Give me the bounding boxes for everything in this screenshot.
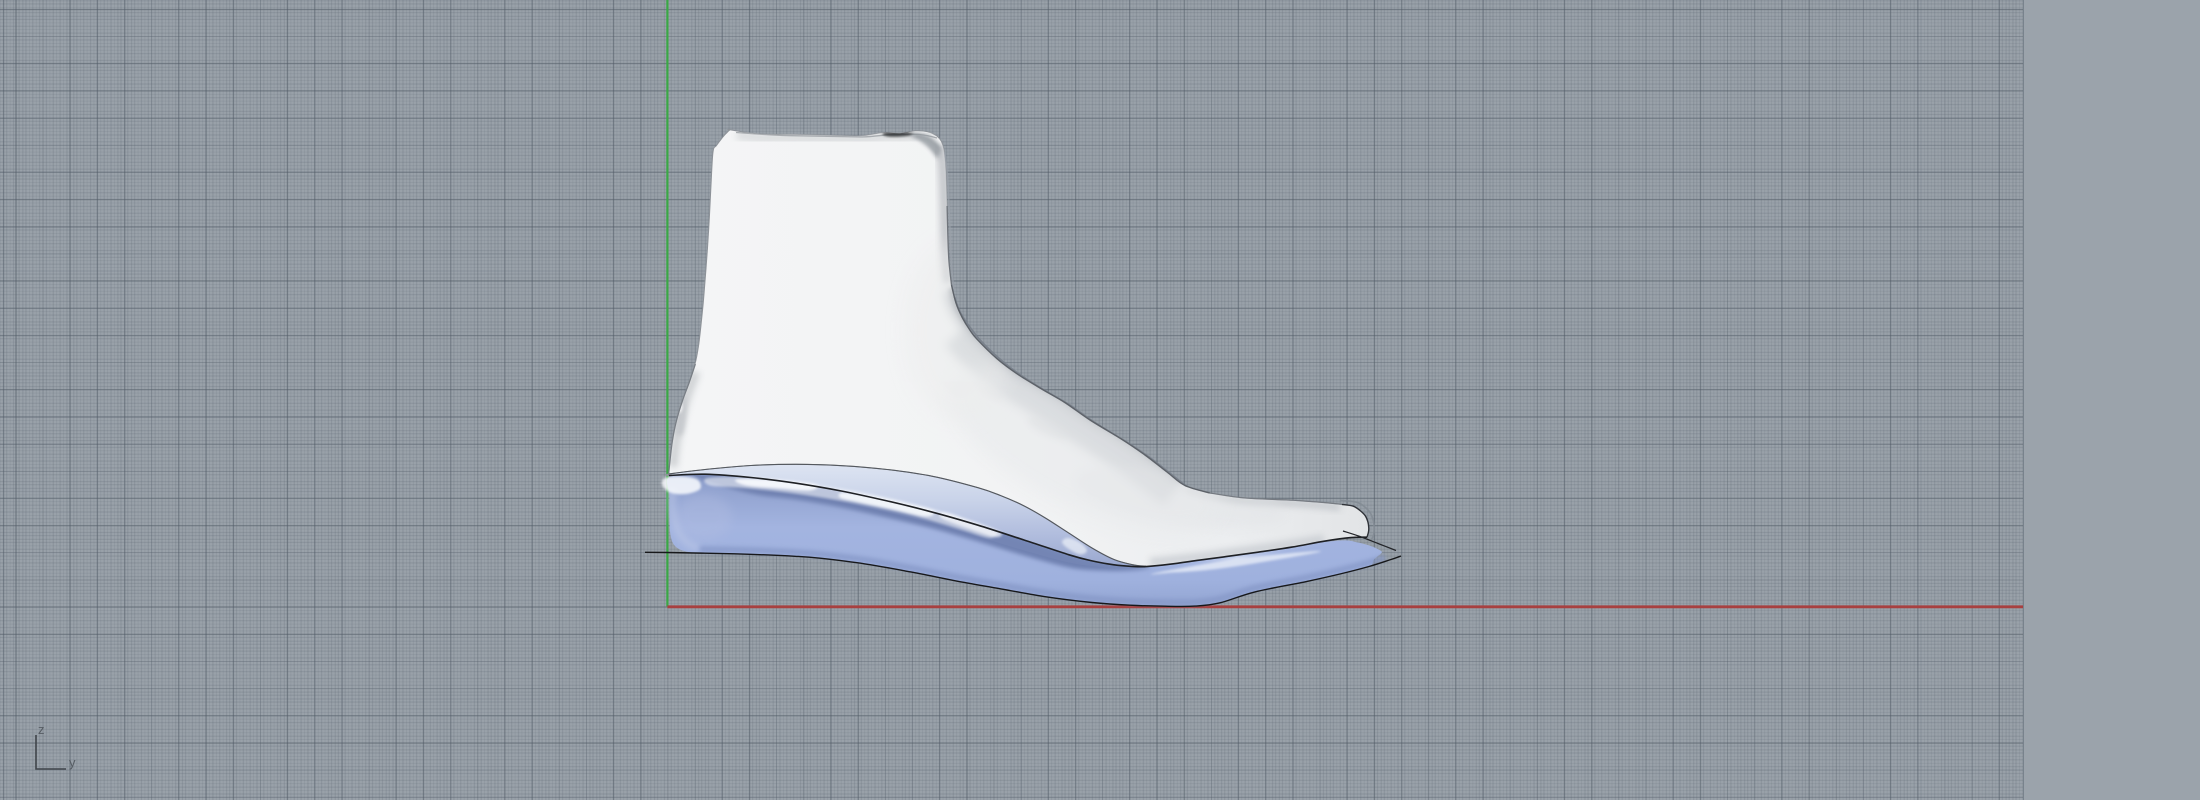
svg-text:y: y (69, 755, 76, 770)
svg-text:z: z (38, 722, 45, 737)
